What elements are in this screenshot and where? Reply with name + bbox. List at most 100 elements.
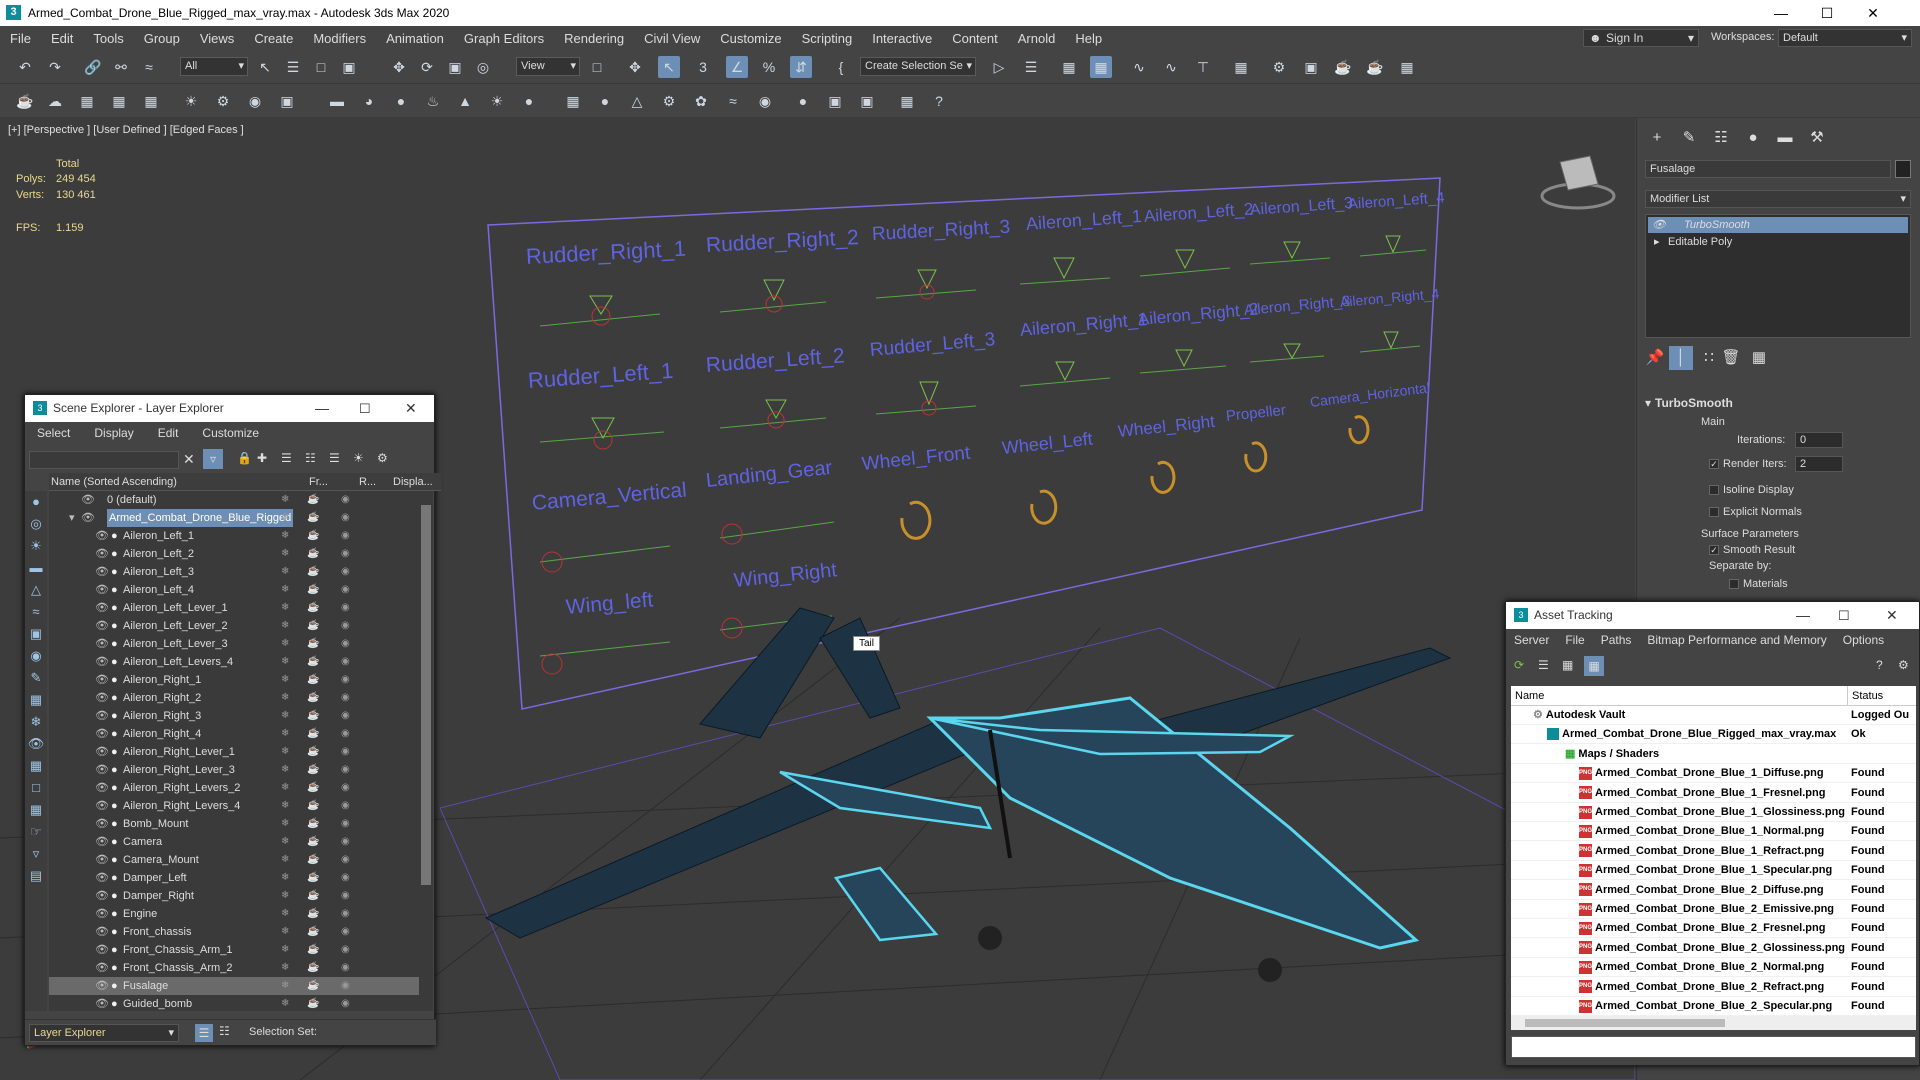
render-iters-checkbox[interactable]: ✓ Render Iters: — [1709, 458, 1787, 470]
freeze-icon[interactable]: ❄ — [281, 905, 289, 923]
eye-icon[interactable]: 👁 — [95, 599, 109, 617]
hierarchy-icon[interactable]: ☷ — [305, 451, 316, 465]
clipper-icon[interactable]: ⚙ — [658, 90, 680, 112]
proxy-icon[interactable]: ▦ — [562, 90, 584, 112]
close-icon[interactable]: ✕ — [405, 395, 417, 422]
list-item[interactable]: ▾ 👁 Armed_Combat_Drone_Blue_Rigged ❄ ☕ ◉ — [49, 509, 429, 527]
scene-search-input[interactable] — [29, 451, 179, 469]
eye-icon[interactable]: 👁 — [95, 941, 109, 959]
object-name-field[interactable]: Fusalage — [1645, 160, 1891, 178]
show-end-result-icon[interactable]: │ — [1669, 346, 1693, 370]
list-item[interactable]: 👁 ● Camera_Mount ❄ ☕ ◉ — [49, 851, 429, 869]
freeze-icon[interactable]: ❄ — [281, 779, 289, 797]
menu-options[interactable]: Options — [1835, 633, 1892, 647]
table-row[interactable]: Armed_Combat_Drone_Blue_Rigged_max_vray.… — [1511, 725, 1916, 745]
create-tab-icon[interactable]: + — [1645, 126, 1669, 150]
render-icon[interactable]: ☕ — [307, 581, 319, 599]
render-toggle-icon[interactable]: ● — [111, 797, 118, 815]
list-item[interactable]: 👁 ● Camera ❄ ☕ ◉ — [49, 833, 429, 851]
unlink-icon[interactable]: ⚯ — [110, 56, 132, 78]
percent-snap-icon[interactable]: % — [758, 56, 780, 78]
eye-icon[interactable]: 👁 — [95, 779, 109, 797]
table-row[interactable]: PNG Armed_Combat_Drone_Blue_1_Specular.pn… — [1511, 861, 1916, 881]
eye-icon[interactable]: 👁 — [95, 527, 109, 545]
workspaces-dropdown[interactable]: Default ▾ — [1778, 29, 1912, 47]
menu-graph-editors[interactable]: Graph Editors — [454, 31, 554, 46]
menu-rendering[interactable]: Rendering — [554, 31, 634, 46]
list-item[interactable]: 👁 ● Aileron_Left_2 ❄ ☕ ◉ — [49, 545, 429, 563]
list-item[interactable]: 👁 ● Aileron_Left_4 ❄ ☕ ◉ — [49, 581, 429, 599]
display-helpers-icon[interactable]: △ — [25, 579, 47, 601]
render-toggle-icon[interactable]: ● — [111, 779, 118, 797]
bind-space-warp-icon[interactable]: ≈ — [138, 56, 160, 78]
render-icon[interactable]: ☕ — [307, 707, 319, 725]
render-toggle-icon[interactable]: ● — [111, 977, 118, 995]
minimize-icon[interactable]: — — [1796, 602, 1810, 629]
displacement-icon[interactable]: ▣ — [824, 90, 846, 112]
display-icon[interactable]: ◉ — [341, 833, 350, 851]
close-icon[interactable]: ✕ — [1886, 602, 1898, 629]
display-icon[interactable]: ◉ — [341, 743, 350, 761]
render-frame-icon[interactable]: ⚙ — [1268, 56, 1290, 78]
render-toggle-icon[interactable]: ● — [111, 725, 118, 743]
freeze-icon[interactable]: ❄ — [281, 977, 289, 995]
turbosmooth-rollout-header[interactable]: ▾ TurboSmooth — [1645, 396, 1911, 412]
freeze-icon[interactable]: ❄ — [281, 887, 289, 905]
display-icon[interactable]: ◉ — [341, 815, 350, 833]
render-icon[interactable]: ☕ — [307, 689, 319, 707]
freeze-icon[interactable]: ❄ — [281, 599, 289, 617]
folder-icon[interactable]: ▤ — [25, 865, 47, 887]
stack-item-editable-poly[interactable]: ▸ Editable Poly — [1648, 234, 1908, 250]
display-xrefs-icon[interactable]: ◉ — [25, 645, 47, 667]
redo-icon[interactable]: ↷ — [44, 56, 66, 78]
render-icon[interactable]: ☕ — [307, 761, 319, 779]
modify-tab-icon[interactable]: ✎ — [1677, 126, 1701, 150]
list-item[interactable]: 👁 ● Engine ❄ ☕ ◉ — [49, 905, 429, 923]
menu-tools[interactable]: Tools — [83, 31, 133, 46]
column-name[interactable]: Name (Sorted Ascending) — [51, 473, 177, 491]
menu-interactive[interactable]: Interactive — [862, 31, 942, 46]
menu-scripting[interactable]: Scripting — [792, 31, 863, 46]
render-toggle-icon[interactable]: ● — [111, 833, 118, 851]
filter-icon[interactable]: ▿ — [203, 449, 223, 469]
lock-icon[interactable]: 🔒 — [237, 451, 252, 465]
minimize-icon[interactable]: — — [1758, 0, 1804, 26]
list-item[interactable]: 👁 ● Front_Chassis_Arm_1 ❄ ☕ ◉ — [49, 941, 429, 959]
list-item[interactable]: 👁 ● Aileron_Right_Lever_3 ❄ ☕ ◉ — [49, 761, 429, 779]
stack-icon[interactable]: ☰ — [329, 451, 340, 465]
table-row[interactable]: ▦ Maps / Shaders — [1511, 745, 1916, 764]
list-item[interactable]: 👁 ● Damper_Left ❄ ☕ ◉ — [49, 869, 429, 887]
menu-customize[interactable]: Customize — [190, 426, 271, 440]
iterations-spinner[interactable]: 0 — [1795, 432, 1843, 448]
display-groups-icon[interactable]: ▣ — [25, 623, 47, 645]
render-toggle-icon[interactable]: ● — [111, 743, 118, 761]
table-row[interactable]: PNG Armed_Combat_Drone_Blue_2_Glossiness.… — [1511, 939, 1916, 958]
list-item[interactable]: 👁 ● Aileron_Right_Lever_1 ❄ ☕ ◉ — [49, 743, 429, 761]
ribbon-icon[interactable]: ▦ — [1090, 56, 1112, 78]
freeze-icon[interactable]: ❄ — [281, 563, 289, 581]
table-row[interactable]: PNG Armed_Combat_Drone_Blue_1_Glossiness.… — [1511, 803, 1916, 822]
utilities-tab-icon[interactable]: ⚒ — [1805, 126, 1829, 150]
render-icon[interactable]: ☕ — [307, 653, 319, 671]
display-hidden-icon[interactable]: 👁 — [25, 733, 47, 755]
display-lights-icon[interactable]: ☀ — [25, 535, 47, 557]
freeze-icon[interactable]: ❄ — [281, 653, 289, 671]
render-icon[interactable]: ▣ — [1300, 56, 1322, 78]
eye-icon[interactable]: 👁 — [95, 707, 109, 725]
curve-editor-icon[interactable]: ∿ — [1128, 56, 1150, 78]
explorer-type-dropdown[interactable]: Layer Explorer ▾ — [29, 1024, 179, 1042]
render-iters-spinner[interactable]: 2 — [1795, 456, 1843, 472]
eye-icon[interactable]: 👁 — [95, 869, 109, 887]
eye-icon[interactable]: 👁 — [1652, 217, 1666, 233]
eye-icon[interactable]: 👁 — [81, 491, 95, 509]
object-color-swatch[interactable] — [1895, 160, 1911, 178]
menu-help[interactable]: Help — [1065, 31, 1112, 46]
display-icon[interactable]: ◉ — [341, 869, 350, 887]
menu-paths[interactable]: Paths — [1593, 633, 1640, 647]
display-shapes-icon[interactable]: ◎ — [25, 513, 47, 535]
menu-customize[interactable]: Customize — [710, 31, 791, 46]
freeze-icon[interactable]: ❄ — [281, 851, 289, 869]
maximize-icon[interactable]: ☐ — [359, 395, 371, 422]
render-toggle-icon[interactable]: ● — [111, 959, 118, 977]
menu-select[interactable]: Select — [25, 426, 82, 440]
